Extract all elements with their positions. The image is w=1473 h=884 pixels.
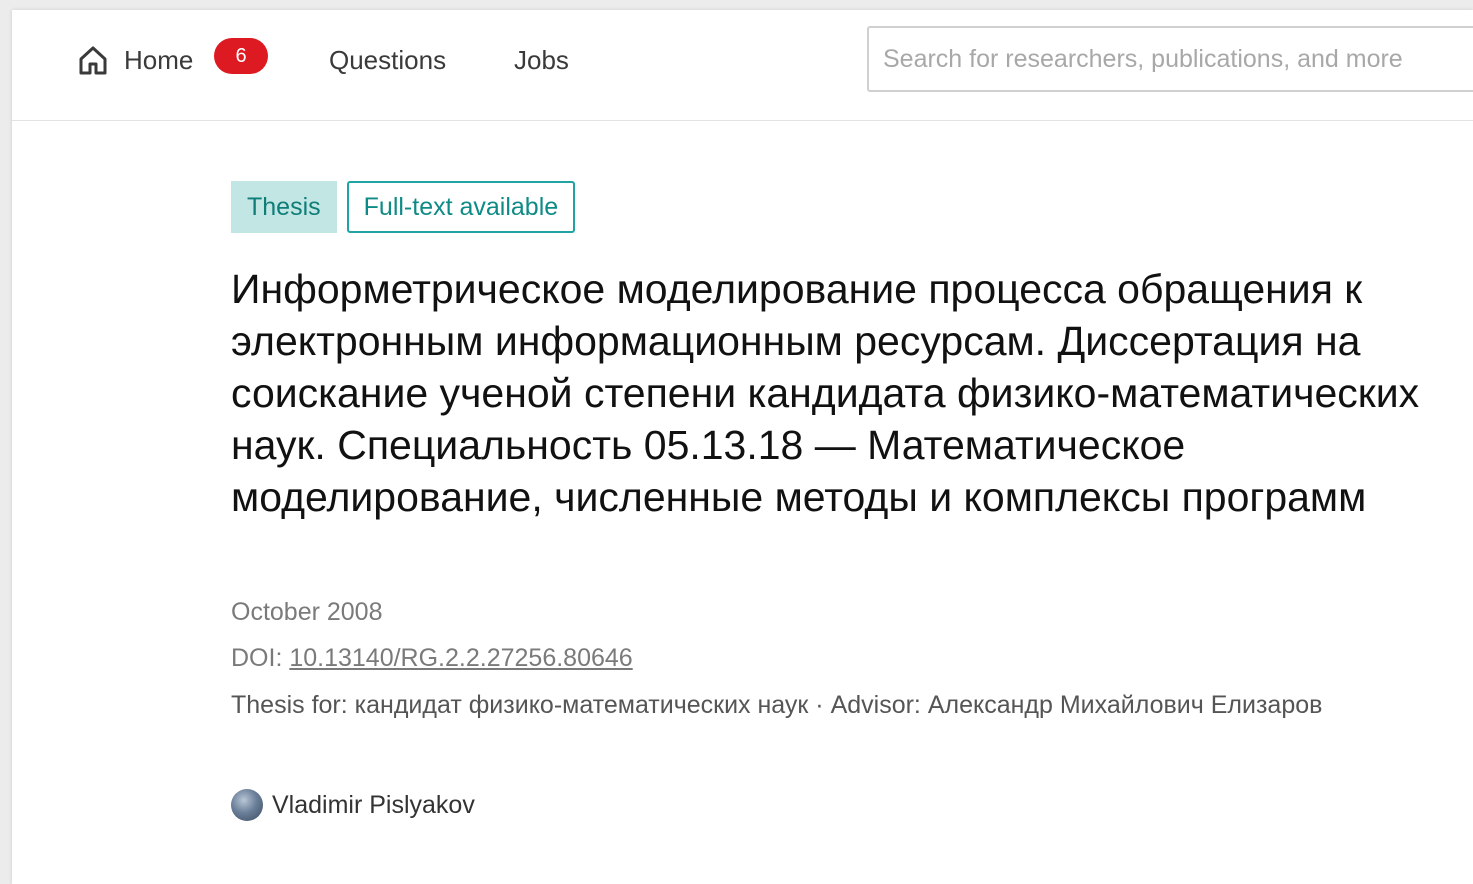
page: Home 6 Questions Jobs Thesis Full-text a…	[12, 10, 1473, 884]
doi-link[interactable]: 10.13140/RG.2.2.27256.80646	[289, 644, 632, 672]
home-notification-badge: 6	[214, 38, 268, 74]
search-input[interactable]	[867, 26, 1473, 92]
publication-doi: DOI: 10.13140/RG.2.2.27256.80646	[231, 642, 1431, 674]
nav-questions-link[interactable]: Questions	[329, 40, 446, 80]
home-icon	[79, 46, 107, 75]
author-avatar	[231, 789, 263, 821]
top-navigation-bar: Home 6 Questions Jobs	[12, 10, 1473, 121]
nav-home-link[interactable]: Home	[76, 40, 193, 80]
doi-label: DOI:	[231, 644, 290, 672]
publication-title: Информетрическое моделирование процесса …	[231, 266, 1420, 520]
publication-date: October 2008	[231, 598, 383, 626]
thesis-info: Thesis for: кандидат физико-математическ…	[231, 691, 1323, 719]
nav-home-label: Home	[124, 45, 194, 75]
publication-tags: Thesis Full-text available	[231, 181, 576, 233]
author-name: Vladimir Pislyakov	[272, 791, 475, 819]
publication-type-tag: Thesis	[231, 181, 337, 233]
fulltext-available-tag[interactable]: Full-text available	[346, 181, 576, 233]
author-link[interactable]: Vladimir Pislyakov	[231, 788, 475, 822]
nav-jobs-link[interactable]: Jobs	[514, 40, 569, 80]
